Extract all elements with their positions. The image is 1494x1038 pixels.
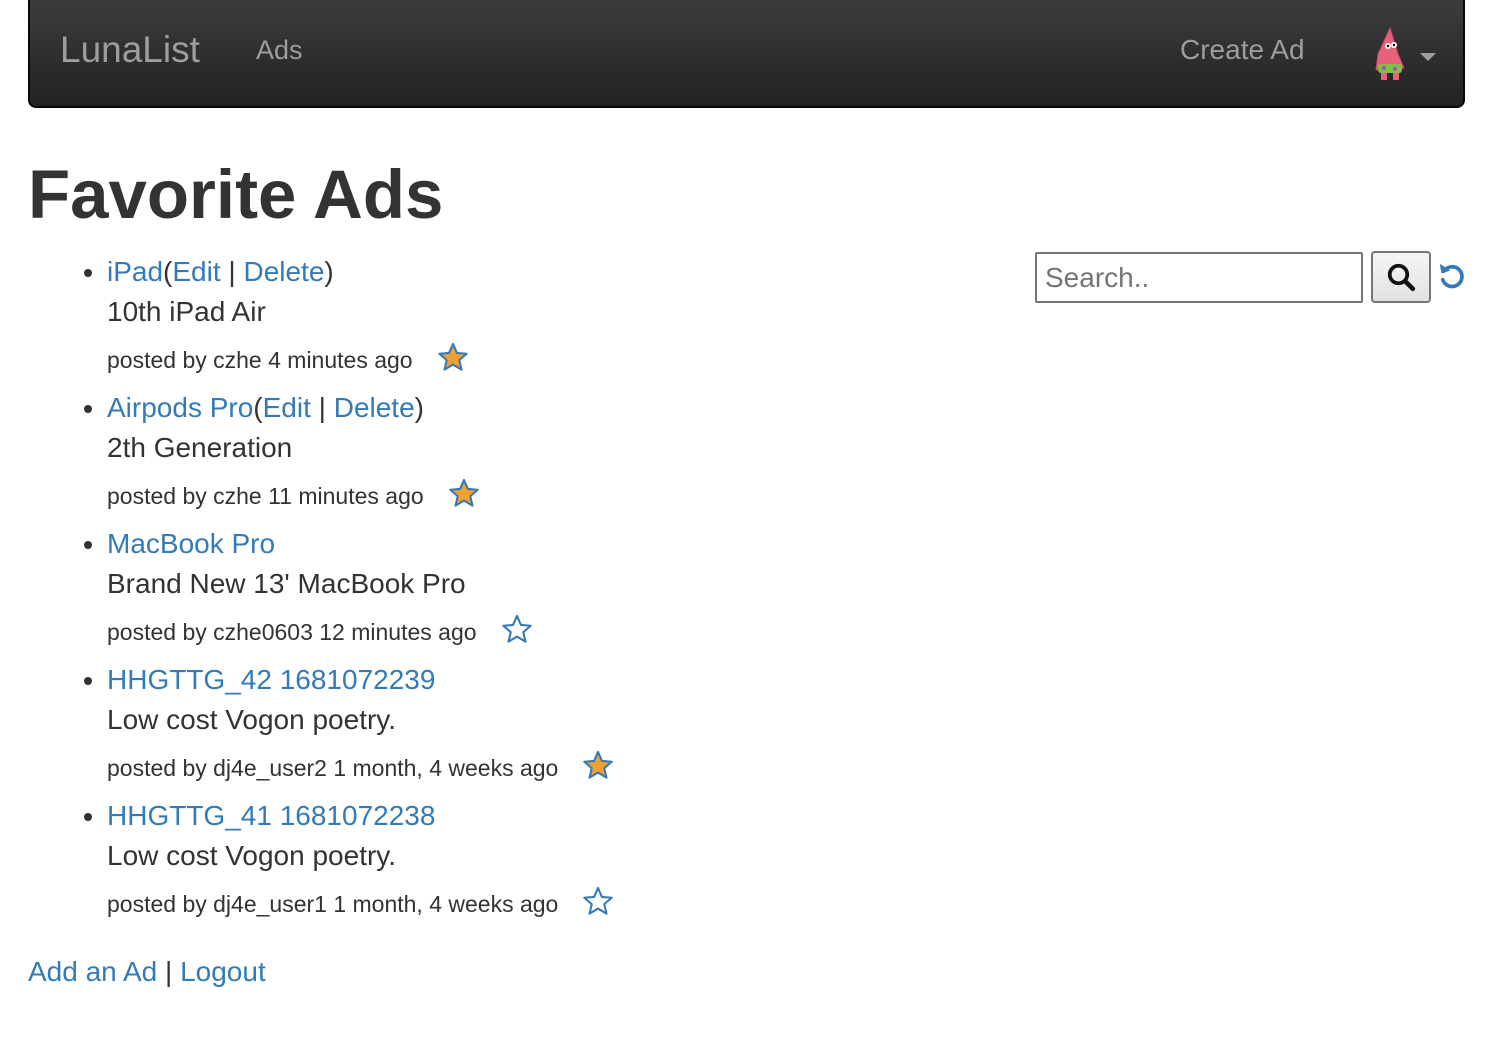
star-filled-icon[interactable] xyxy=(448,478,480,514)
paren-open: ( xyxy=(163,256,173,287)
ad-description: Brand New 13' MacBook Pro xyxy=(107,568,466,599)
ad-description: Low cost Vogon poetry. xyxy=(107,704,396,735)
logout-link[interactable]: Logout xyxy=(180,956,266,987)
star-outline-icon[interactable] xyxy=(501,614,533,650)
caret-down-icon xyxy=(1420,53,1436,61)
search-input[interactable] xyxy=(1035,252,1363,303)
ad-title-link[interactable]: HHGTTG_42 1681072239 xyxy=(107,664,435,695)
ad-posted-info: posted by czhe 4 minutes ago xyxy=(107,347,413,373)
list-item: HHGTTG_41 1681072238 Low cost Vogon poet… xyxy=(107,796,1007,932)
search-button[interactable] xyxy=(1371,251,1431,303)
list-item: Airpods Pro(Edit | Delete) 2th Generatio… xyxy=(107,388,1007,524)
separator: | xyxy=(220,256,244,287)
navbar: LunaList Ads Create Ad xyxy=(28,0,1465,108)
ad-description: 2th Generation xyxy=(107,432,293,463)
paren-close: ) xyxy=(414,392,424,423)
footer-links: Add an Ad | Logout xyxy=(28,952,266,992)
ad-posted-info: posted by dj4e_user2 1 month, 4 weeks ag… xyxy=(107,755,559,781)
delete-link[interactable]: Delete xyxy=(334,392,415,423)
star-filled-icon[interactable] xyxy=(437,342,469,378)
ad-description: 10th iPad Air xyxy=(107,296,266,327)
edit-link[interactable]: Edit xyxy=(172,256,220,287)
favorite-ads-list: iPad(Edit | Delete) 10th iPad Air posted… xyxy=(0,252,1007,932)
star-filled-icon[interactable] xyxy=(582,750,614,786)
star-outline-icon[interactable] xyxy=(582,886,614,922)
ad-title-link[interactable]: MacBook Pro xyxy=(107,528,275,559)
ad-posted-info: posted by czhe 11 minutes ago xyxy=(107,483,424,509)
footer-separator: | xyxy=(165,956,173,987)
paren-open: ( xyxy=(253,392,263,423)
list-item: MacBook Pro Brand New 13' MacBook Pro po… xyxy=(107,524,1007,660)
user-menu-toggle[interactable] xyxy=(1368,24,1448,84)
separator: | xyxy=(310,392,334,423)
ad-posted-info: posted by dj4e_user1 1 month, 4 weeks ag… xyxy=(107,891,559,917)
page-title: Favorite Ads xyxy=(28,156,444,233)
undo-icon[interactable] xyxy=(1437,260,1467,297)
ad-title-link[interactable]: HHGTTG_41 1681072238 xyxy=(107,800,435,831)
list-item: HHGTTG_42 1681072239 Low cost Vogon poet… xyxy=(107,660,1007,796)
search-icon xyxy=(1387,263,1416,292)
delete-link[interactable]: Delete xyxy=(243,256,324,287)
nav-ads-link[interactable]: Ads xyxy=(256,34,303,66)
list-item: iPad(Edit | Delete) 10th iPad Air posted… xyxy=(107,252,1007,388)
create-ad-link[interactable]: Create Ad xyxy=(1180,34,1305,66)
avatar xyxy=(1375,26,1405,80)
ad-title-link[interactable]: Airpods Pro xyxy=(107,392,253,423)
paren-close: ) xyxy=(324,256,334,287)
brand-link[interactable]: LunaList xyxy=(60,28,200,72)
ad-posted-info: posted by czhe0603 12 minutes ago xyxy=(107,619,477,645)
ad-description: Low cost Vogon poetry. xyxy=(107,840,396,871)
ad-title-link[interactable]: iPad xyxy=(107,256,163,287)
edit-link[interactable]: Edit xyxy=(263,392,311,423)
add-ad-link[interactable]: Add an Ad xyxy=(28,956,157,987)
